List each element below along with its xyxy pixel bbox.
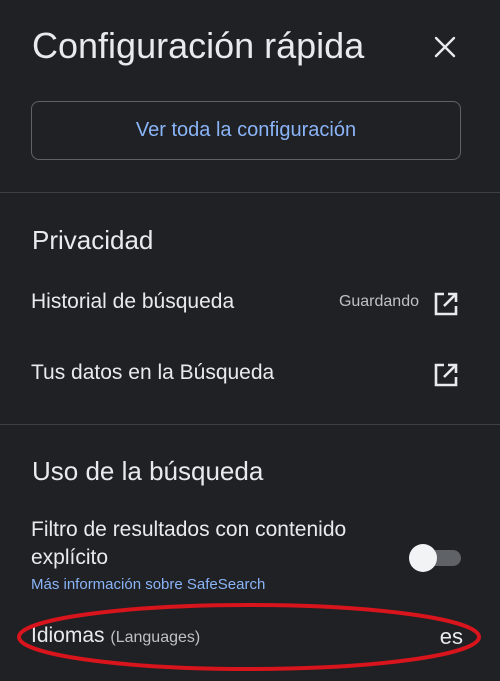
- safesearch-info-link[interactable]: Más información sobre SafeSearch: [31, 576, 265, 593]
- external-link-icon: [434, 363, 458, 387]
- languages-value: es: [439, 624, 463, 649]
- toggle-thumb: [409, 544, 437, 572]
- languages-row[interactable]: Idiomas (Languages) es: [31, 620, 463, 656]
- safesearch-label: Filtro de resultados con contenido explí…: [31, 518, 347, 569]
- languages-label-group: Idiomas (Languages): [31, 624, 200, 648]
- quick-settings-panel: Configuración rápida Ver toda la configu…: [0, 0, 500, 681]
- search-history-label: Historial de búsqueda: [31, 290, 235, 313]
- panel-header: Configuración rápida: [32, 24, 482, 70]
- privacy-section-title: Privacidad: [32, 225, 154, 255]
- divider: [0, 424, 500, 425]
- close-icon: [434, 36, 456, 58]
- search-history-row[interactable]: Historial de búsqueda Guardando: [31, 284, 463, 324]
- divider: [0, 192, 500, 193]
- search-history-status: Guardando: [338, 293, 419, 310]
- safesearch-toggle[interactable]: [409, 544, 463, 572]
- see-all-settings-label: Ver toda la configuración: [135, 119, 357, 141]
- external-link-icon: [434, 292, 458, 316]
- search-usage-section-title: Uso de la búsqueda: [32, 456, 264, 486]
- close-button[interactable]: [430, 32, 460, 62]
- your-data-in-search-label: Tus datos en la Búsqueda: [31, 361, 275, 384]
- languages-sublabel: (Languages): [110, 629, 201, 646]
- see-all-settings-button[interactable]: Ver toda la configuración: [31, 101, 461, 160]
- panel-title: Configuración rápida: [32, 25, 365, 66]
- languages-label: Idiomas: [31, 624, 105, 647]
- your-data-in-search-row[interactable]: Tus datos en la Búsqueda: [31, 355, 463, 395]
